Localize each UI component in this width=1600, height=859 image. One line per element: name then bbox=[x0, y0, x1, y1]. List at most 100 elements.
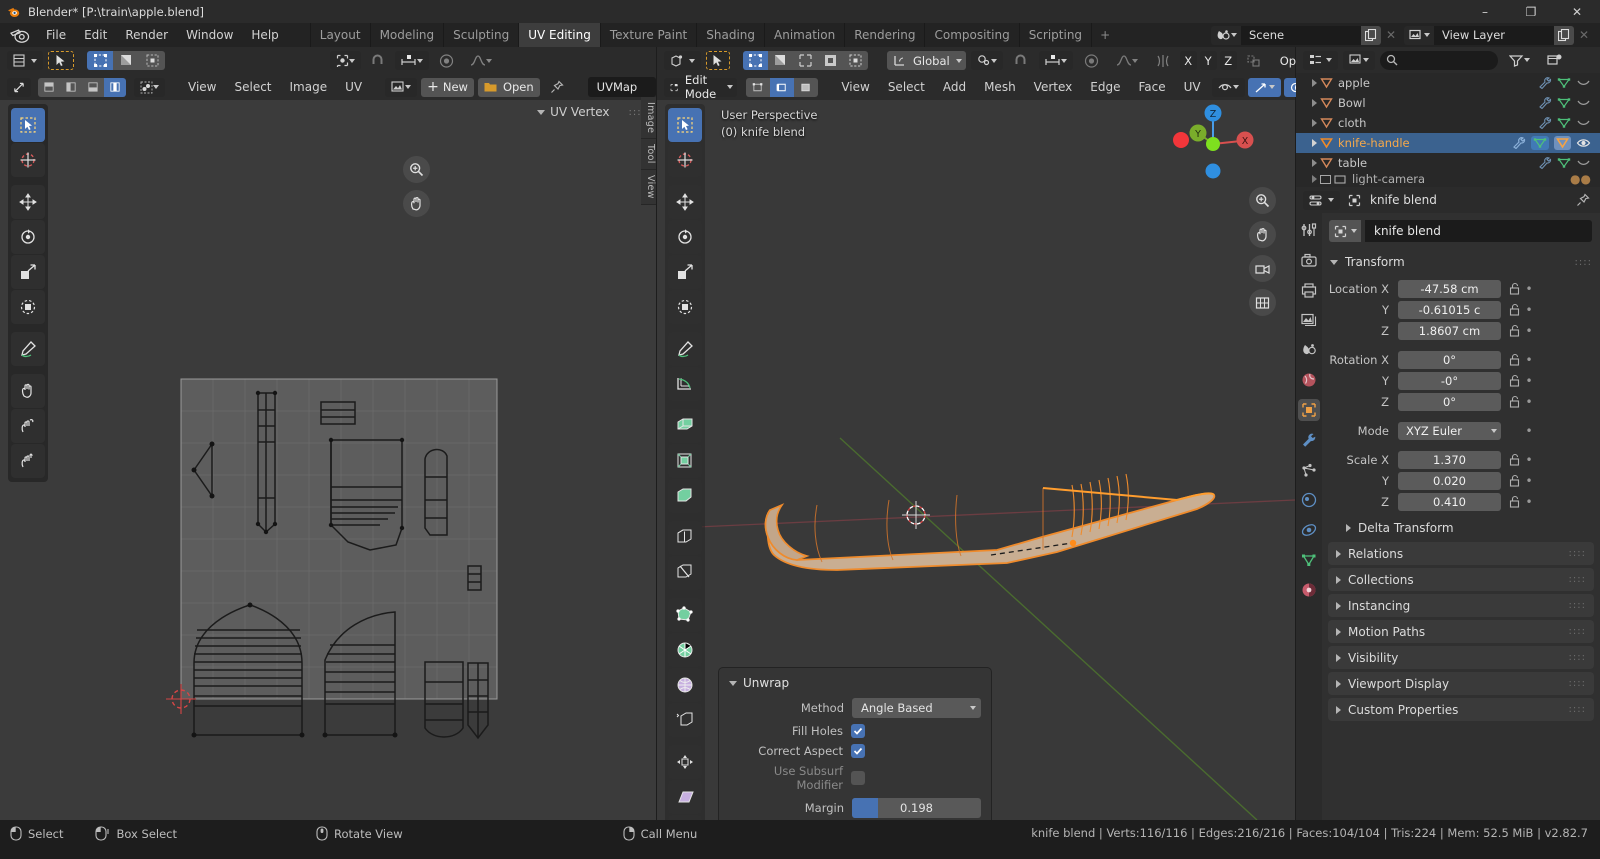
uv-face-select-button[interactable] bbox=[139, 51, 165, 70]
scale-z-lock-icon[interactable] bbox=[1507, 495, 1522, 508]
scene-browse-dropdown[interactable] bbox=[1211, 25, 1241, 45]
uvmap-name-field[interactable]: UVMap bbox=[587, 77, 656, 97]
margin-slider[interactable]: 0.198 bbox=[852, 798, 981, 818]
side-tab-view[interactable]: View bbox=[641, 169, 656, 205]
close-button[interactable]: ✕ bbox=[1554, 0, 1600, 23]
tab-texture-paint[interactable]: Texture Paint bbox=[599, 23, 696, 47]
tab-constraint[interactable] bbox=[1298, 519, 1320, 541]
uv-tool-cursor[interactable] bbox=[11, 143, 45, 177]
checkbox-icon[interactable] bbox=[1320, 174, 1331, 184]
scale-x-field[interactable]: 1.370 bbox=[1398, 450, 1501, 469]
uv-falloff-dropdown[interactable] bbox=[464, 51, 498, 70]
viewport-menu-view[interactable]: View bbox=[834, 78, 876, 96]
mesh-data-icon[interactable] bbox=[1557, 97, 1571, 109]
tab-rendering[interactable]: Rendering bbox=[844, 23, 924, 47]
scale-y-field[interactable]: 0.020 bbox=[1398, 471, 1501, 490]
visibility-dropdown[interactable] bbox=[1211, 77, 1245, 97]
eye-icon[interactable] bbox=[1576, 137, 1591, 149]
viewport-editor-type-button[interactable] bbox=[664, 51, 701, 70]
animate-dot-icon[interactable]: • bbox=[1522, 324, 1536, 338]
uv-vertex-mode-button[interactable] bbox=[38, 77, 60, 97]
animate-dot-icon[interactable]: • bbox=[1522, 303, 1536, 317]
method-dropdown[interactable]: Angle Based bbox=[852, 698, 981, 718]
uv-snap-magnet-button[interactable] bbox=[365, 51, 391, 70]
select-intersect-button[interactable] bbox=[843, 51, 868, 70]
object-active-badge[interactable] bbox=[1554, 136, 1571, 150]
animate-dot-icon[interactable]: • bbox=[1522, 495, 1536, 509]
open-image-button[interactable]: Open bbox=[477, 77, 540, 97]
tab-modifier[interactable] bbox=[1298, 429, 1320, 451]
rotation-z-lock-icon[interactable] bbox=[1507, 395, 1522, 408]
tab-render[interactable] bbox=[1298, 249, 1320, 271]
side-tab-image[interactable]: Image bbox=[641, 97, 656, 140]
object-name-field[interactable]: knife blend bbox=[1365, 220, 1592, 242]
viewport-menu-uv[interactable]: UV bbox=[1177, 78, 1208, 96]
new-image-button[interactable]: + New bbox=[421, 77, 474, 97]
rotation-y-lock-icon[interactable] bbox=[1507, 374, 1522, 387]
proportional-edit-button[interactable] bbox=[1078, 51, 1105, 70]
section-viewport-display[interactable]: Viewport Display :::: bbox=[1328, 672, 1594, 695]
expand-triangle-icon[interactable] bbox=[1312, 119, 1317, 127]
uv-tweak-mode-button[interactable] bbox=[48, 51, 74, 70]
maximize-button[interactable]: ❐ bbox=[1508, 0, 1554, 23]
viewport-zoom-button[interactable] bbox=[1249, 187, 1276, 214]
uv-vertex-panel-header[interactable]: UV Vertex :::: bbox=[537, 105, 646, 119]
select-difference-button[interactable] bbox=[818, 51, 843, 70]
uv-face-mode-button[interactable] bbox=[82, 77, 104, 97]
wrench-icon[interactable] bbox=[1538, 117, 1552, 129]
tab-object[interactable] bbox=[1298, 399, 1320, 421]
select-extend-button[interactable] bbox=[768, 51, 793, 70]
vp-tool-scale[interactable] bbox=[668, 255, 702, 289]
outliner-row-cloth[interactable]: cloth bbox=[1296, 113, 1600, 133]
tab-scripting[interactable]: Scripting bbox=[1018, 23, 1091, 47]
tab-animation[interactable]: Animation bbox=[764, 23, 844, 47]
uv-tool-transform[interactable] bbox=[11, 290, 45, 324]
vp-tool-rotate[interactable] bbox=[668, 220, 702, 254]
vp-tool-spin[interactable] bbox=[668, 633, 702, 667]
uv-sticky-mode-dropdown[interactable] bbox=[134, 77, 165, 97]
viewport-menu-mesh[interactable]: Mesh bbox=[977, 78, 1023, 96]
uv-tool-tweak[interactable] bbox=[11, 108, 45, 142]
mesh-data-icon[interactable] bbox=[1557, 157, 1571, 169]
wrench-icon[interactable] bbox=[1512, 137, 1526, 149]
vp-tool-cursor[interactable] bbox=[668, 143, 702, 177]
properties-pin-button[interactable] bbox=[1576, 193, 1590, 207]
blender-menu-logo-icon[interactable] bbox=[9, 26, 31, 44]
menu-edit[interactable]: Edit bbox=[75, 25, 116, 45]
side-tab-tool[interactable]: Tool bbox=[641, 139, 656, 170]
light-icon[interactable]: ●● bbox=[1570, 173, 1591, 185]
wrench-icon[interactable] bbox=[1538, 77, 1552, 89]
viewport-ortho-persp-button[interactable] bbox=[1249, 289, 1276, 316]
vp-tool-knife[interactable] bbox=[668, 556, 702, 590]
location-y-lock-icon[interactable] bbox=[1507, 303, 1522, 316]
rotation-z-field[interactable]: 0° bbox=[1398, 392, 1501, 411]
location-z-lock-icon[interactable] bbox=[1507, 324, 1522, 337]
uv-tool-grab[interactable] bbox=[11, 374, 45, 408]
tab-view-layer[interactable] bbox=[1298, 309, 1320, 331]
viewport-menu-edge[interactable]: Edge bbox=[1083, 78, 1127, 96]
tab-world[interactable] bbox=[1298, 369, 1320, 391]
section-visibility[interactable]: Visibility :::: bbox=[1328, 646, 1594, 669]
snap-mode-dropdown[interactable] bbox=[1038, 51, 1073, 70]
minimize-button[interactable]: – bbox=[1462, 0, 1508, 23]
new-scene-button[interactable] bbox=[1361, 25, 1381, 45]
mesh-face-select-button[interactable] bbox=[794, 77, 819, 97]
tab-particles[interactable] bbox=[1298, 459, 1320, 481]
tab-tool[interactable] bbox=[1298, 219, 1320, 241]
uv-editor-canvas[interactable] bbox=[0, 100, 656, 820]
image-browse-dropdown[interactable] bbox=[385, 77, 418, 97]
viewport-menu-add[interactable]: Add bbox=[936, 78, 973, 96]
pin-image-button[interactable] bbox=[544, 78, 570, 97]
outliner-row-light-camera[interactable]: light-camera ●● bbox=[1296, 173, 1600, 185]
animate-dot-icon[interactable]: • bbox=[1522, 353, 1536, 367]
mirror-button[interactable] bbox=[1149, 51, 1177, 70]
uv-pan-button[interactable] bbox=[403, 190, 430, 217]
vp-tool-move[interactable] bbox=[668, 185, 702, 219]
gizmo-toggle-button[interactable] bbox=[1247, 77, 1281, 97]
tab-layout[interactable]: Layout bbox=[309, 23, 370, 47]
hidden-eye-icon[interactable] bbox=[1576, 77, 1591, 89]
viewport-menu-vertex[interactable]: Vertex bbox=[1027, 78, 1080, 96]
outliner-new-collection-button[interactable] bbox=[1541, 51, 1568, 70]
mesh-data-icon[interactable] bbox=[1557, 77, 1571, 89]
mesh-data-active-badge[interactable] bbox=[1531, 136, 1549, 150]
